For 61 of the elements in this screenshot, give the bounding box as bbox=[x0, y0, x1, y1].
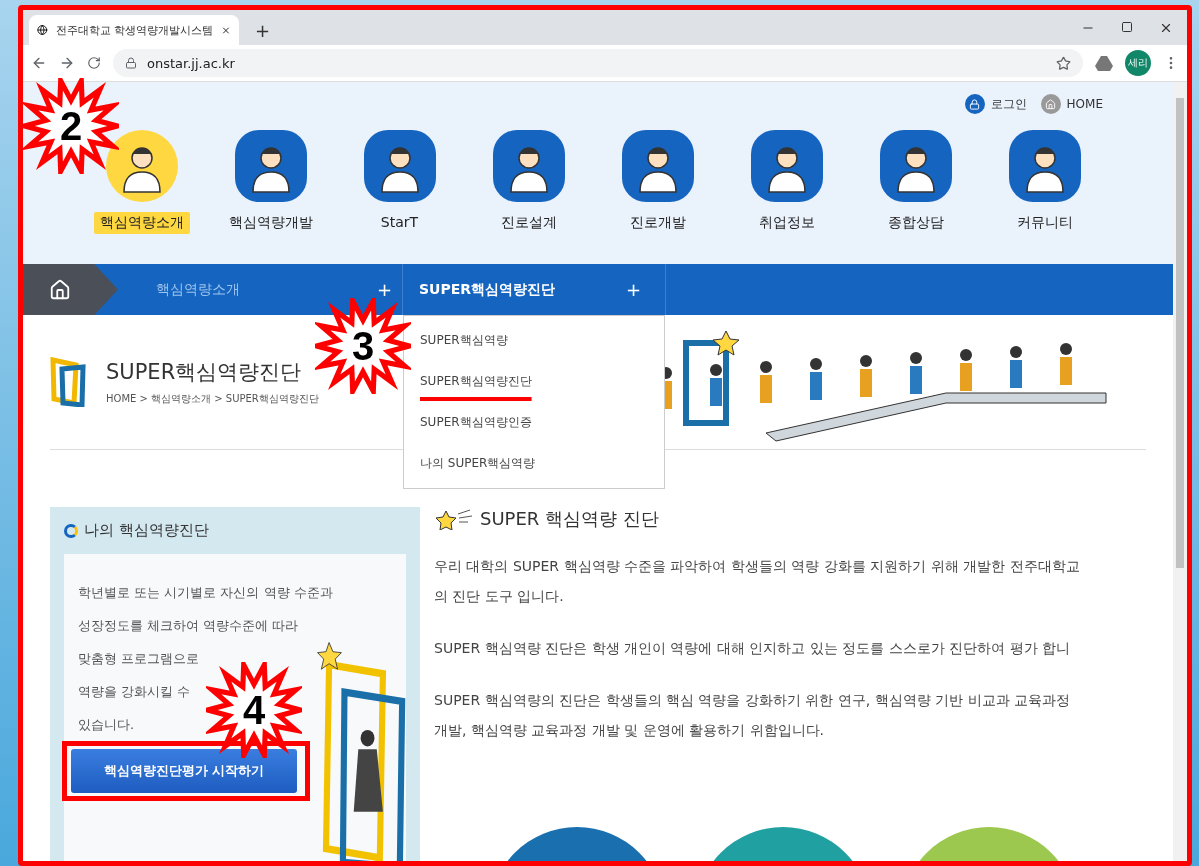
paragraph: SUPER 핵심역량 진단은 학생 개인이 역량에 대해 인지하고 있는 정도를 스스로가 진단하여 평가 합니 bbox=[434, 639, 1071, 658]
callout-number: 4 bbox=[242, 687, 266, 733]
menu-item[interactable]: SUPER핵심역량인증 bbox=[404, 402, 664, 443]
person-icon[interactable] bbox=[1008, 130, 1081, 202]
description-text: 역량을 강화시킬 수 bbox=[78, 683, 192, 701]
new-tab-button[interactable]: + bbox=[255, 20, 271, 41]
person-icon[interactable] bbox=[105, 130, 178, 202]
menu-item[interactable]: SUPER핵심역량진단 bbox=[404, 361, 664, 402]
panel-title: 나의 핵심역량진단 bbox=[84, 521, 209, 540]
maximize-icon[interactable] bbox=[1121, 20, 1133, 33]
back-icon[interactable] bbox=[31, 55, 47, 71]
header-link[interactable]: 로그인 bbox=[964, 94, 1027, 114]
browser-tab[interactable]: 전주대학교 학생역량개발시스템 bbox=[29, 15, 239, 45]
breadcrumb: HOME > 핵심역량소개 > SUPER핵심역량진단 bbox=[106, 392, 319, 406]
profile-avatar[interactable]: 세리 bbox=[1125, 50, 1151, 76]
nav-item[interactable]: 커뮤니티 bbox=[1010, 212, 1079, 234]
callout-number: 3 bbox=[351, 323, 375, 369]
nav-item[interactable]: 핵심역량개발 bbox=[222, 212, 319, 234]
nav-item[interactable]: 진로개발 bbox=[623, 212, 692, 234]
person-icon[interactable] bbox=[492, 130, 565, 202]
expand-toggle[interactable]: + bbox=[376, 279, 392, 300]
person-icon[interactable] bbox=[879, 130, 952, 202]
ring-icon bbox=[64, 523, 78, 538]
person-icon[interactable] bbox=[234, 130, 307, 202]
person-icon[interactable] bbox=[621, 130, 694, 202]
current-menu[interactable]: SUPER핵심역량진단 bbox=[419, 280, 556, 299]
house-icon bbox=[49, 278, 71, 301]
forward-icon[interactable] bbox=[59, 55, 75, 71]
person-icon[interactable] bbox=[750, 130, 823, 202]
globe-icon bbox=[37, 23, 48, 37]
lock-icon bbox=[964, 94, 985, 114]
home-button[interactable] bbox=[23, 264, 118, 315]
expand-toggle[interactable]: + bbox=[625, 279, 641, 300]
nav-item[interactable]: 핵심역량소개 bbox=[93, 212, 190, 234]
nav-item[interactable]: 진로설계 bbox=[494, 212, 563, 234]
nav-item[interactable]: StarT bbox=[374, 212, 425, 232]
start-assessment-button[interactable]: 핵심역량진단평가 시작하기 bbox=[71, 749, 297, 793]
reload-icon[interactable] bbox=[87, 56, 101, 70]
description-text: 있습니다. bbox=[78, 716, 136, 734]
person-icon[interactable] bbox=[363, 130, 436, 202]
description-text: 맞춤형 프로그램으로 bbox=[78, 650, 201, 668]
tab-title: 전주대학교 학생역량개발시스템 bbox=[55, 22, 214, 38]
page-title: SUPER핵심역량진단 bbox=[106, 359, 303, 386]
paragraph: 우리 대학의 SUPER 핵심역량 수준을 파악하여 학생들의 역량 강화를 지원하기 위해 개발한 전주대학교의 진단 도구 입니다. bbox=[434, 557, 1081, 606]
home-icon bbox=[1040, 94, 1061, 114]
shooting-star-icon bbox=[434, 508, 474, 530]
star-icon[interactable] bbox=[1056, 55, 1071, 71]
description-text: 성장정도를 체크하여 역량수준에 따라 bbox=[78, 617, 300, 635]
frame-logo-icon bbox=[50, 357, 86, 407]
nav-item[interactable]: 종합상담 bbox=[881, 212, 950, 234]
scrollbar[interactable] bbox=[1173, 82, 1187, 861]
menu-item[interactable]: SUPER핵심역량 bbox=[404, 320, 664, 361]
description-text: 학년별로 또는 시기별로 자신의 역량 수준과 bbox=[78, 584, 334, 602]
callout-number: 2 bbox=[59, 103, 83, 149]
header-link[interactable]: HOME bbox=[1040, 94, 1103, 114]
address-bar[interactable]: onstar.jj.ac.kr bbox=[113, 49, 1083, 77]
section-heading: SUPER 핵심역량 진단 bbox=[480, 507, 659, 531]
paragraph: SUPER 핵심역량의 진단은 학생들의 핵심 역량을 강화하기 위한 연구, 핵심역량 기반 비교과 교육과정 개발, 핵심역량 교육과정 개발 및 운영에 활용하기 위함입니다. bbox=[434, 691, 1071, 740]
menu-item[interactable]: 나의 SUPER핵심역량 bbox=[404, 443, 664, 484]
nav-item[interactable]: 취업정보 bbox=[752, 212, 821, 234]
lock-icon bbox=[125, 57, 137, 69]
